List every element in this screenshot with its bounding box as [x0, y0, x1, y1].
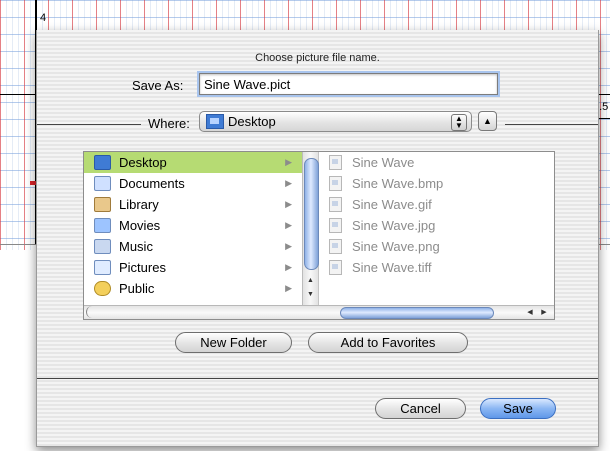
file-item[interactable]: Sine Wave.gif	[319, 194, 553, 215]
add-to-favorites-button[interactable]: Add to Favorites	[308, 332, 468, 353]
file-item[interactable]: Sine Wave.jpg	[319, 215, 553, 236]
sidebar-item-label: Documents	[119, 176, 185, 191]
disclosure-arrow-icon: ▶	[285, 220, 292, 230]
horizontal-scroll-thumb[interactable]	[340, 307, 494, 319]
file-name: Sine Wave.gif	[352, 197, 432, 212]
document-icon	[329, 260, 342, 275]
scroll-left-arrow-icon[interactable]: ◀	[524, 306, 536, 319]
file-name: Sine Wave.tiff	[352, 260, 432, 275]
disclosure-arrow-icon: ▶	[285, 241, 292, 251]
sidebar-item-label: Desktop	[119, 155, 167, 170]
file-name: Sine Wave.png	[352, 239, 440, 254]
where-popup-button[interactable]: Desktop ▲ ▼	[199, 111, 472, 132]
y-tick-label: 4	[40, 12, 47, 24]
sidebar-item-label: Library	[119, 197, 159, 212]
scroll-track-cap	[86, 306, 93, 318]
horizontal-scrollbar[interactable]: ◀ ▶	[84, 305, 554, 319]
movies-folder-icon	[94, 218, 111, 233]
files-column: Sine Wave Sine Wave.bmp Sine Wave.gif Si…	[319, 152, 553, 306]
save-as-field[interactable]	[199, 73, 498, 95]
sidebar-item-label: Pictures	[119, 260, 166, 275]
disclosure-arrow-icon: ▶	[285, 283, 292, 293]
where-label: Where:	[148, 116, 190, 131]
sidebar-item-public[interactable]: Public ▶	[84, 278, 302, 299]
public-folder-icon	[94, 281, 111, 296]
disclosure-arrow-icon: ▶	[285, 262, 292, 272]
sidebar-item-movies[interactable]: Movies ▶	[84, 215, 302, 236]
file-item[interactable]: Sine Wave.tiff	[319, 257, 553, 278]
file-item[interactable]: Sine Wave.png	[319, 236, 553, 257]
sidebar-item-label: Public	[119, 281, 155, 296]
cancel-button[interactable]: Cancel	[375, 398, 466, 419]
disclosure-arrow-icon: ▶	[285, 199, 292, 209]
desktop-folder-icon	[94, 155, 111, 170]
documents-folder-icon	[94, 176, 111, 191]
save-sheet: Choose picture file name. Save As: Where…	[36, 30, 599, 447]
save-as-label: Save As:	[132, 78, 184, 93]
sidebar-column: Desktop ▶ Documents ▶ Library ▶ Movies ▶…	[84, 152, 303, 306]
dialog-prompt: Choose picture file name.	[255, 52, 380, 64]
file-item[interactable]: Sine Wave	[319, 152, 553, 173]
sidebar-item-label: Music	[119, 239, 153, 254]
sidebar-scrollbar[interactable]: ▲ ▼	[303, 152, 319, 306]
document-icon	[329, 176, 342, 191]
save-button[interactable]: Save	[480, 398, 556, 419]
file-name: Sine Wave	[352, 155, 415, 170]
scroll-right-arrow-icon[interactable]: ▶	[538, 306, 550, 319]
file-browser: Desktop ▶ Documents ▶ Library ▶ Movies ▶…	[83, 151, 555, 320]
where-separator-left	[37, 124, 141, 125]
scroll-thumb[interactable]	[304, 158, 319, 270]
disclosure-arrow-icon: ▶	[285, 178, 292, 188]
new-folder-button[interactable]: New Folder	[175, 332, 292, 353]
music-folder-icon	[94, 239, 111, 254]
pictures-folder-icon	[94, 260, 111, 275]
scroll-up-arrow-icon[interactable]: ▲	[303, 274, 318, 287]
sidebar-item-documents[interactable]: Documents ▶	[84, 173, 302, 194]
desktop-folder-icon	[206, 114, 224, 129]
dialog-divider	[37, 378, 598, 379]
sidebar-item-music[interactable]: Music ▶	[84, 236, 302, 257]
sidebar-item-desktop[interactable]: Desktop ▶	[84, 152, 302, 173]
sidebar-item-label: Movies	[119, 218, 161, 233]
sidebar-item-pictures[interactable]: Pictures ▶	[84, 257, 302, 278]
file-name: Sine Wave.jpg	[352, 218, 436, 233]
scroll-down-arrow-icon[interactable]: ▼	[303, 288, 318, 301]
document-icon	[329, 239, 342, 254]
disclosure-arrow-icon: ▶	[285, 157, 292, 167]
document-icon	[329, 218, 342, 233]
popup-arrows-icon: ▲ ▼	[451, 114, 467, 131]
file-item[interactable]: Sine Wave.bmp	[319, 173, 553, 194]
document-icon	[329, 155, 342, 170]
file-name: Sine Wave.bmp	[352, 176, 444, 191]
where-separator-right	[505, 124, 598, 125]
where-value: Desktop	[228, 114, 276, 129]
sidebar-item-library[interactable]: Library ▶	[84, 194, 302, 215]
collapse-browser-button[interactable]: ▲	[478, 111, 497, 131]
document-icon	[329, 197, 342, 212]
library-folder-icon	[94, 197, 111, 212]
